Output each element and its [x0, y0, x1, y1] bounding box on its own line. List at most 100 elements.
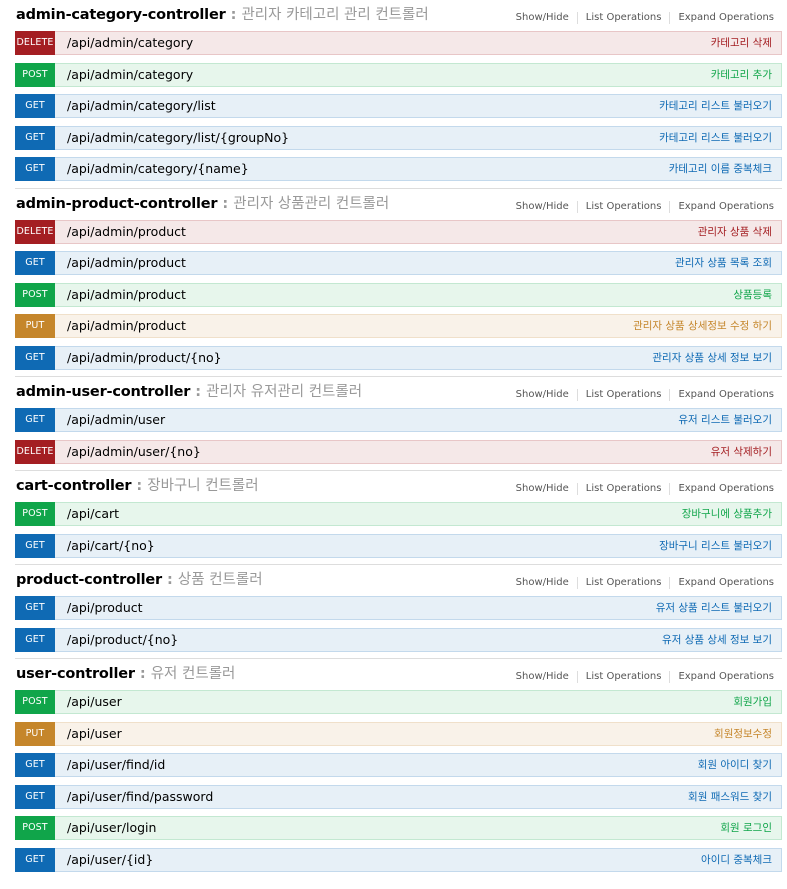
- http-method-badge[interactable]: DELETE: [15, 439, 55, 464]
- operation-summary[interactable]: 카테고리 리스트 불러오기: [659, 127, 772, 149]
- resource-name[interactable]: product-controller: [16, 572, 162, 588]
- resource-name[interactable]: admin-product-controller: [16, 196, 218, 212]
- http-method-badge[interactable]: POST: [15, 690, 55, 714]
- operation-path[interactable]: /api/admin/product: [67, 252, 186, 274]
- http-method-badge[interactable]: GET: [15, 251, 55, 275]
- operation-path[interactable]: /api/product/{no}: [67, 629, 178, 651]
- expand-operations-link[interactable]: Expand Operations: [669, 389, 774, 401]
- operation-path[interactable]: /api/admin/product/{no}: [67, 347, 222, 369]
- operation-path[interactable]: /api/user: [67, 723, 122, 745]
- operation-summary[interactable]: 회원정보수정: [714, 723, 772, 745]
- http-method-badge[interactable]: GET: [15, 125, 55, 150]
- show-hide-link[interactable]: Show/Hide: [516, 201, 577, 213]
- list-operations-link[interactable]: List Operations: [576, 483, 670, 495]
- operation-row-put[interactable]: PUT/api/user 회원정보수정: [15, 721, 782, 746]
- expand-operations-link[interactable]: Expand Operations: [669, 200, 774, 213]
- show-hide-link[interactable]: Show/Hide: [516, 389, 577, 401]
- operation-path[interactable]: /api/cart/{no}: [67, 535, 155, 557]
- operation-row-get[interactable]: GET/api/admin/product/{no} 관리자 상품 상세 정보 보…: [15, 345, 782, 370]
- operation-path[interactable]: /api/admin/category/{name}: [67, 158, 249, 180]
- resource-title[interactable]: admin-product-controller : 관리자 상품관리 컨트롤러: [16, 194, 389, 214]
- operation-path[interactable]: /api/admin/category/list: [67, 95, 216, 117]
- resource-name[interactable]: admin-user-controller: [16, 384, 190, 400]
- operation-path[interactable]: /api/cart: [67, 503, 119, 525]
- resource-title[interactable]: product-controller : 상품 컨트롤러: [16, 570, 263, 590]
- http-method-badge[interactable]: DELETE: [15, 31, 55, 55]
- resource-title[interactable]: cart-controller : 장바구니 컨트롤러: [16, 476, 259, 496]
- operation-path[interactable]: /api/admin/category: [67, 32, 193, 54]
- operation-summary[interactable]: 회원 아이디 찾기: [698, 754, 772, 776]
- operation-row-get[interactable]: GET/api/admin/category/{name} 카테고리 이름 중복체…: [15, 157, 782, 181]
- operation-summary[interactable]: 장바구니에 상품추가: [682, 503, 772, 525]
- operation-row-post[interactable]: POST/api/admin/product 상품등록: [15, 282, 782, 307]
- show-hide-link[interactable]: Show/Hide: [516, 671, 577, 683]
- resource-name[interactable]: admin-category-controller: [16, 7, 226, 23]
- operation-summary[interactable]: 카테고리 삭제: [711, 32, 772, 54]
- operation-row-put[interactable]: PUT/api/admin/product 관리자 상품 상세정보 수정 하기: [15, 314, 782, 338]
- operation-path[interactable]: /api/admin/product: [67, 221, 186, 243]
- http-method-badge[interactable]: GET: [15, 157, 55, 181]
- operation-path[interactable]: /api/user/login: [67, 817, 156, 839]
- operation-row-get[interactable]: GET/api/admin/product 관리자 상품 목록 조회: [15, 251, 782, 275]
- expand-operations-link[interactable]: Expand Operations: [669, 671, 774, 683]
- http-method-badge[interactable]: GET: [15, 596, 55, 620]
- operation-row-post[interactable]: POST/api/cart 장바구니에 상품추가: [15, 502, 782, 526]
- show-hide-link[interactable]: Show/Hide: [516, 12, 577, 24]
- operation-summary[interactable]: 유저 삭제하기: [711, 441, 772, 463]
- http-method-badge[interactable]: GET: [15, 345, 55, 370]
- resource-title[interactable]: user-controller : 유저 컨트롤러: [16, 664, 235, 684]
- operation-summary[interactable]: 회원 패스워드 찾기: [688, 786, 772, 808]
- operation-row-get[interactable]: GET/api/user/find/id 회원 아이디 찾기: [15, 753, 782, 777]
- resource-name[interactable]: cart-controller: [16, 478, 132, 494]
- operation-summary[interactable]: 회원 로그인: [720, 817, 772, 839]
- operation-summary[interactable]: 관리자 상품 목록 조회: [675, 252, 772, 274]
- http-method-badge[interactable]: GET: [15, 847, 55, 872]
- operation-row-delete[interactable]: DELETE/api/admin/category 카테고리 삭제: [15, 31, 782, 55]
- http-method-badge[interactable]: GET: [15, 408, 55, 432]
- list-operations-link[interactable]: List Operations: [576, 200, 670, 213]
- http-method-badge[interactable]: GET: [15, 627, 55, 652]
- operation-path[interactable]: /api/admin/user: [67, 409, 165, 431]
- show-hide-link[interactable]: Show/Hide: [516, 577, 577, 589]
- show-hide-link[interactable]: Show/Hide: [516, 483, 577, 495]
- operation-summary[interactable]: 회원가입: [733, 691, 772, 713]
- expand-operations-link[interactable]: Expand Operations: [669, 12, 774, 24]
- operation-summary[interactable]: 카테고리 리스트 불러오기: [659, 95, 772, 117]
- http-method-badge[interactable]: POST: [15, 282, 55, 307]
- operation-row-get[interactable]: GET/api/admin/category/list/{groupNo} 카테고…: [15, 125, 782, 150]
- operation-row-get[interactable]: GET/api/admin/user 유저 리스트 불러오기: [15, 408, 782, 432]
- operation-path[interactable]: /api/admin/product: [67, 284, 186, 306]
- http-method-badge[interactable]: POST: [15, 502, 55, 526]
- http-method-badge[interactable]: POST: [15, 816, 55, 840]
- operation-row-post[interactable]: POST/api/user 회원가입: [15, 690, 782, 714]
- expand-operations-link[interactable]: Expand Operations: [669, 483, 774, 495]
- operation-summary[interactable]: 상품등록: [733, 284, 772, 306]
- http-method-badge[interactable]: PUT: [15, 314, 55, 338]
- operation-row-get[interactable]: GET/api/cart/{no} 장바구니 리스트 불러오기: [15, 533, 782, 558]
- operation-summary[interactable]: 카테고리 이름 중복체크: [669, 158, 772, 180]
- operation-path[interactable]: /api/admin/category: [67, 64, 193, 86]
- operation-summary[interactable]: 관리자 상품 상세 정보 보기: [652, 347, 772, 369]
- operation-summary[interactable]: 카테고리 추가: [711, 64, 772, 86]
- list-operations-link[interactable]: List Operations: [576, 12, 670, 24]
- operation-summary[interactable]: 관리자 상품 상세정보 수정 하기: [633, 315, 772, 337]
- operation-row-post[interactable]: POST/api/admin/category 카테고리 추가: [15, 62, 782, 87]
- operation-path[interactable]: /api/admin/user/{no}: [67, 441, 201, 463]
- operation-summary[interactable]: 유저 상품 리스트 불러오기: [656, 597, 772, 619]
- http-method-badge[interactable]: GET: [15, 784, 55, 809]
- list-operations-link[interactable]: List Operations: [576, 577, 670, 589]
- http-method-badge[interactable]: PUT: [15, 721, 55, 746]
- operation-path[interactable]: /api/user/find/password: [67, 786, 213, 808]
- operation-row-post[interactable]: POST/api/user/login 회원 로그인: [15, 816, 782, 840]
- http-method-badge[interactable]: GET: [15, 753, 55, 777]
- operation-path[interactable]: /api/admin/product: [67, 315, 186, 337]
- operation-row-get[interactable]: GET/api/user/{id} 아이디 중복체크: [15, 847, 782, 872]
- resource-name[interactable]: user-controller: [16, 666, 135, 682]
- operation-summary[interactable]: 유저 상품 상세 정보 보기: [662, 629, 772, 651]
- http-method-badge[interactable]: DELETE: [15, 219, 55, 244]
- operation-path[interactable]: /api/user/{id}: [67, 849, 153, 871]
- operation-summary[interactable]: 유저 리스트 불러오기: [678, 409, 772, 431]
- operation-summary[interactable]: 관리자 상품 삭제: [698, 221, 772, 243]
- resource-title[interactable]: admin-category-controller : 관리자 카테고리 관리 …: [16, 5, 429, 25]
- list-operations-link[interactable]: List Operations: [576, 389, 670, 401]
